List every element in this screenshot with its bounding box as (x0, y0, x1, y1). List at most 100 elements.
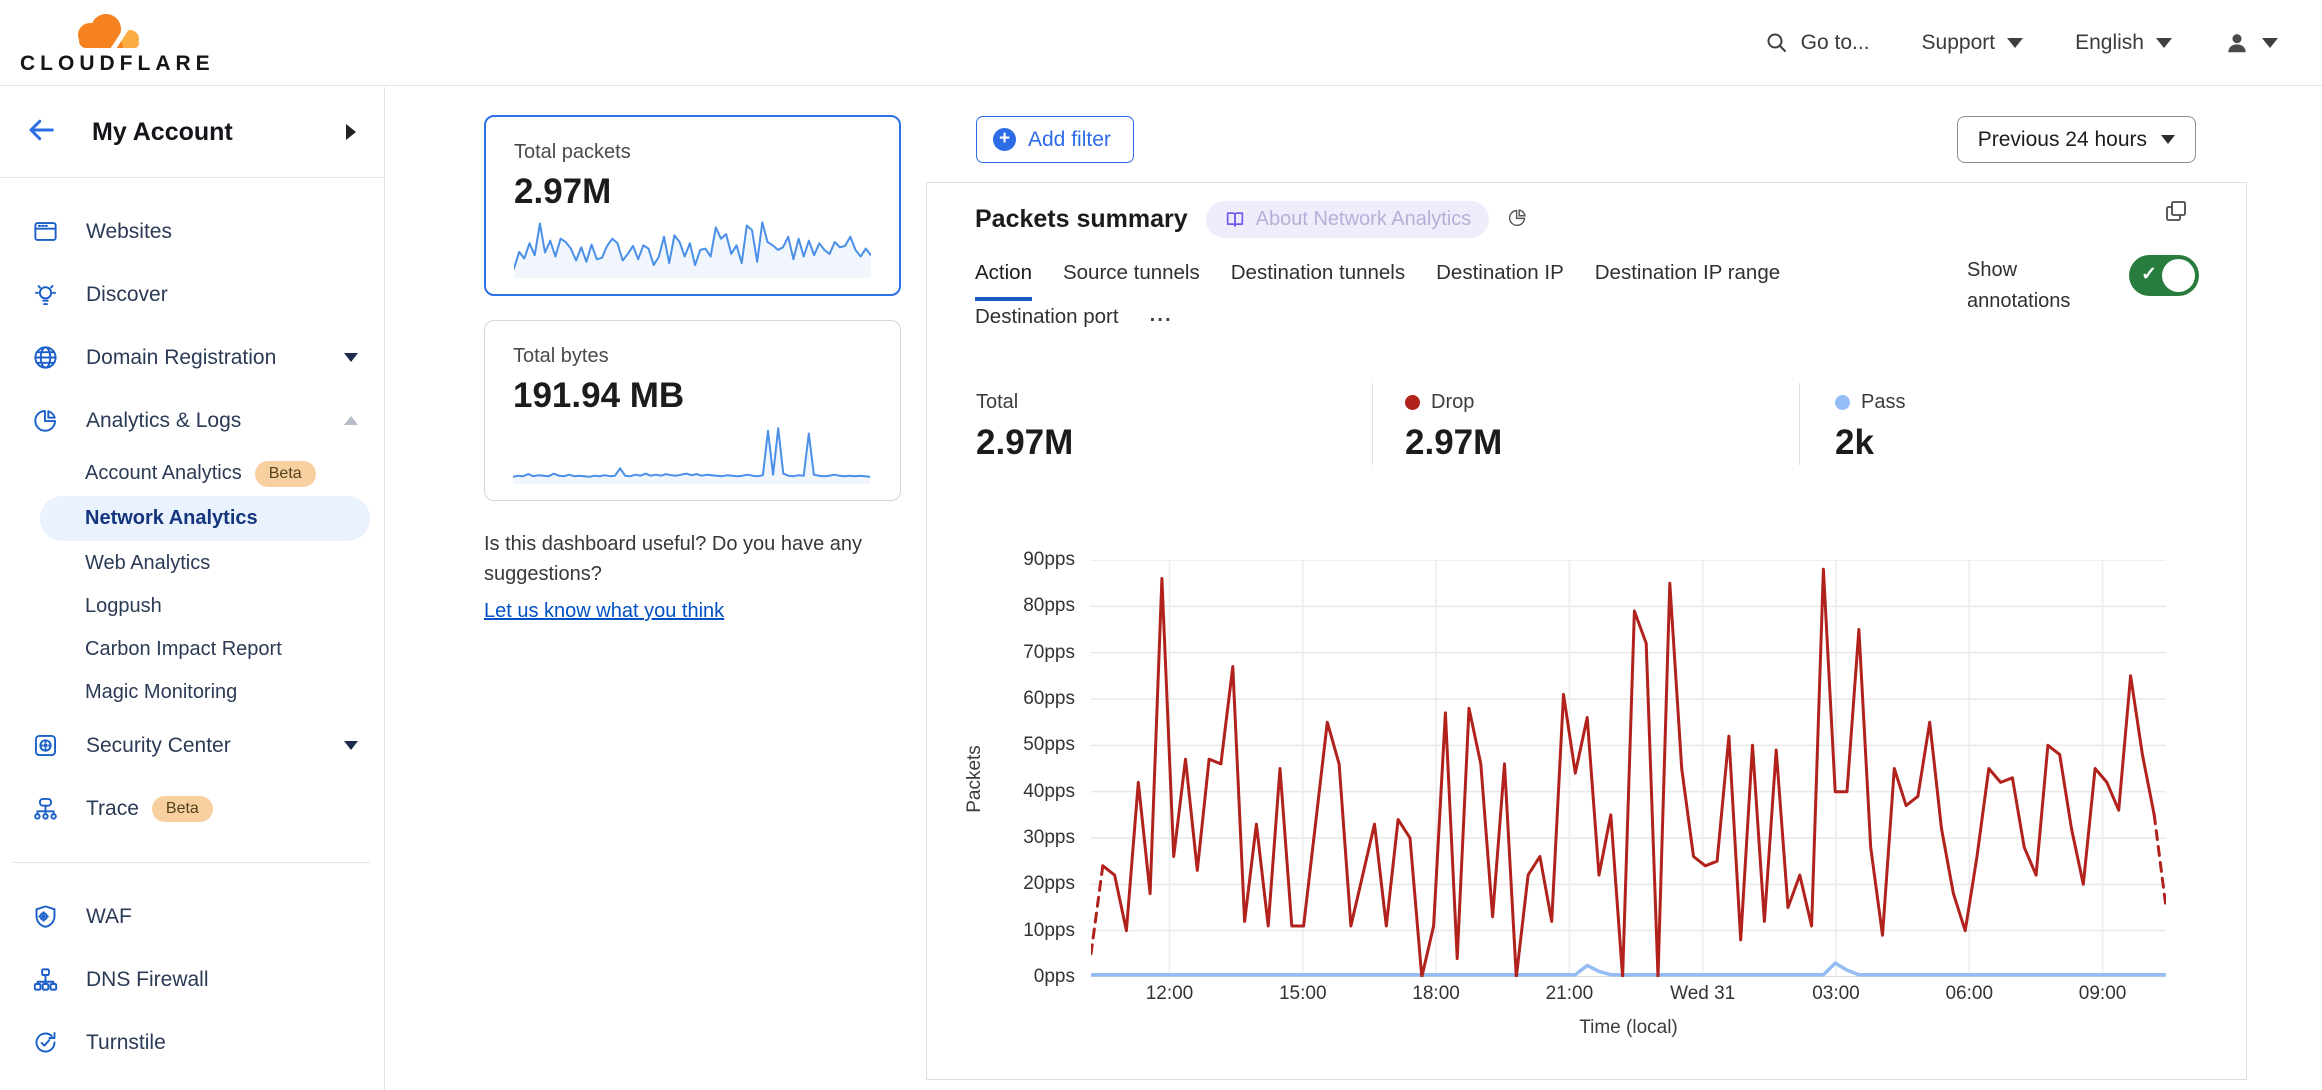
tabs-row-1: Action Source tunnels Destination tunnels D… (975, 261, 1780, 301)
sidebar-item-web-analytics[interactable]: Web Analytics (0, 542, 384, 585)
caret-down-icon (2007, 38, 2023, 48)
feedback-link[interactable]: Let us know what you think (484, 597, 724, 627)
cloudflare-logo: CLOUDFLARE (20, 10, 215, 76)
about-network-analytics-badge[interactable]: About Network Analytics (1206, 201, 1490, 238)
y-tick-label: 10pps (1023, 920, 1075, 942)
tab-destination-ip[interactable]: Destination IP (1436, 261, 1564, 301)
main-content: + Add filter Previous 24 hours Packets s… (925, 87, 2322, 1090)
more-tabs-button[interactable]: ... (1150, 303, 1173, 343)
sidebar-item-security-center[interactable]: Security Center (0, 714, 384, 777)
x-tick-label: 03:00 (1812, 983, 1860, 1005)
total-bytes-card[interactable]: Total bytes 191.94 MB (484, 320, 901, 501)
go-to-search[interactable]: Go to... (1765, 31, 1870, 55)
y-axis-labels: 0pps10pps20pps30pps40pps50pps60pps70pps8… (983, 560, 1083, 977)
bytes-sparkline (513, 422, 872, 484)
feedback-block: Is this dashboard useful? Do you have an… (484, 530, 936, 627)
lightbulb-icon (32, 281, 59, 308)
book-icon (1224, 209, 1246, 231)
language-label: English (2075, 31, 2144, 55)
stat-drop: Drop2.97M (1405, 391, 1502, 463)
account-menu[interactable] (2224, 30, 2278, 56)
chevron-right-icon[interactable] (346, 124, 356, 140)
panel-title: Packets summary (975, 205, 1188, 234)
sidebar-item-domain-registration[interactable]: Domain Registration (0, 326, 384, 389)
support-menu[interactable]: Support (1922, 31, 2024, 55)
overview-column: Total packets 2.97M Total bytes 191.94 M… (386, 87, 925, 1090)
sidebar-item-waf[interactable]: WAF (0, 885, 384, 948)
caret-down-icon (2156, 38, 2172, 48)
time-range-dropdown[interactable]: Previous 24 hours (1957, 116, 2196, 163)
sidebar-item-label: Security Center (86, 734, 231, 758)
sidebar-item-analytics-logs[interactable]: Analytics & Logs (0, 389, 384, 452)
safe-icon (32, 732, 59, 759)
x-tick-label: 09:00 (2079, 983, 2127, 1005)
sidebar-item-account-analytics[interactable]: Account AnalyticsBeta (0, 452, 384, 495)
back-arrow-icon[interactable] (26, 115, 56, 150)
sidebar-item-turnstile[interactable]: Turnstile (0, 1011, 384, 1074)
sidebar-item-dns-firewall[interactable]: DNS Firewall (0, 948, 384, 1011)
packets-chart-svg (1091, 560, 2166, 977)
tab-destination-port[interactable]: Destination port (975, 305, 1119, 341)
cloudflare-cloud-icon (60, 10, 152, 54)
x-tick-label: Wed 31 (1670, 983, 1735, 1005)
sidebar-item-discover[interactable]: Discover (0, 263, 384, 326)
language-menu[interactable]: English (2075, 31, 2172, 55)
network-tree-icon (32, 966, 59, 993)
sidebar-divider (12, 862, 370, 863)
sidebar-item-logpush[interactable]: Logpush (0, 585, 384, 628)
check-icon: ✓ (2141, 263, 2157, 286)
toggle-knob (2162, 259, 2195, 292)
sidebar-item-carbon-impact-report[interactable]: Carbon Impact Report (0, 628, 384, 671)
sidebar-item-trace[interactable]: TraceBeta (0, 777, 384, 840)
tab-destination-tunnels[interactable]: Destination tunnels (1231, 261, 1405, 301)
sidebar-item-label: Logpush (85, 595, 162, 618)
y-tick-label: 80pps (1023, 595, 1075, 617)
packets-summary-panel: Packets summary About Network Analytics (926, 182, 2247, 1080)
stat-value: 2k (1835, 423, 1905, 463)
stat-value: 2.97M (1405, 423, 1502, 463)
tab-action[interactable]: Action (975, 261, 1032, 301)
tab-destination-ip-range[interactable]: Destination IP range (1595, 261, 1780, 301)
sidebar-item-label: Domain Registration (86, 346, 276, 370)
add-filter-button[interactable]: + Add filter (976, 116, 1134, 163)
sidebar-item-magic-monitoring[interactable]: Magic Monitoring (0, 671, 384, 714)
stats-row: Total2.97MDrop2.97MPass2k (927, 383, 2246, 473)
stat-pass: Pass2k (1835, 391, 1905, 463)
tabs-row-2: Destination port... (975, 303, 1173, 343)
y-tick-label: 0pps (1034, 966, 1075, 988)
x-tick-label: 15:00 (1279, 983, 1327, 1005)
sidebar-item-label: Carbon Impact Report (85, 638, 282, 661)
y-tick-label: 70pps (1023, 642, 1075, 664)
expand-panel-icon[interactable] (2164, 199, 2188, 228)
y-tick-label: 30pps (1023, 827, 1075, 849)
tab-source-tunnels[interactable]: Source tunnels (1063, 261, 1200, 301)
sidebar-item-label: Discover (86, 283, 168, 307)
search-icon (1765, 31, 1789, 55)
beta-badge: Beta (255, 461, 316, 487)
show-annotations-toggle[interactable]: ✓ (2129, 255, 2199, 296)
total-packets-card[interactable]: Total packets 2.97M (484, 115, 901, 296)
x-tick-label: 06:00 (1945, 983, 1993, 1005)
caret-down-icon (344, 741, 358, 750)
sidebar-item-websites[interactable]: Websites (0, 200, 384, 263)
card-value: 191.94 MB (513, 376, 872, 416)
time-range-label: Previous 24 hours (1978, 128, 2147, 152)
brand-wordmark: CLOUDFLARE (20, 52, 215, 76)
plus-icon: + (993, 128, 1016, 151)
pie-chart-icon (32, 407, 59, 434)
support-label: Support (1922, 31, 1996, 55)
feedback-text: Is this dashboard useful? Do you have an… (484, 533, 862, 585)
stats-divider (1372, 383, 1373, 465)
account-header: My Account (0, 87, 384, 178)
sidebar-item-network-analytics[interactable]: Network Analytics (40, 496, 370, 541)
about-badge-label: About Network Analytics (1256, 208, 1472, 231)
y-tick-label: 20pps (1023, 873, 1075, 895)
sidebar-item-label: Network Analytics (85, 507, 258, 530)
card-value: 2.97M (514, 172, 871, 212)
trace-icon (32, 795, 59, 822)
caret-down-icon (2262, 38, 2278, 48)
stats-divider (1799, 383, 1800, 465)
beta-badge: Beta (152, 796, 213, 822)
user-icon (2224, 30, 2250, 56)
x-axis-labels: 12:0015:0018:0021:00Wed 3103:0006:0009:0… (1091, 983, 2166, 1009)
